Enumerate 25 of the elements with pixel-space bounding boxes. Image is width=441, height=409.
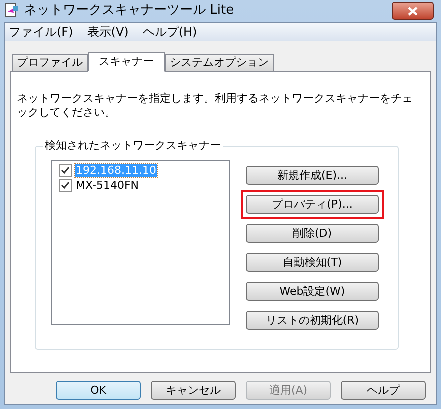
- checkbox[interactable]: [59, 164, 72, 176]
- action-button[interactable]: Web設定(W): [246, 282, 379, 301]
- close-button[interactable]: [392, 2, 434, 20]
- action-button[interactable]: プロパティ(P)...: [246, 195, 379, 214]
- scanner-list[interactable]: 192.168.11.10 MX-5140FN: [51, 160, 230, 325]
- menu-item[interactable]: 表示(V): [87, 23, 129, 41]
- tab[interactable]: スキャナー: [88, 52, 165, 72]
- action-button[interactable]: 自動検知(T): [246, 253, 379, 272]
- action-button[interactable]: リストの初期化(R): [246, 311, 379, 330]
- checkbox[interactable]: [59, 178, 72, 192]
- dialog-button[interactable]: OK: [56, 381, 141, 400]
- group-title: 検知されたネットワークスキャナー: [43, 139, 223, 153]
- action-button[interactable]: 削除(D): [246, 224, 379, 243]
- tab[interactable]: プロファイル: [12, 54, 88, 71]
- menu-item[interactable]: ヘルプ(H): [142, 23, 198, 41]
- action-button[interactable]: 新規作成(E)...: [246, 166, 379, 185]
- tab[interactable]: システムオプション: [165, 54, 274, 71]
- close-icon: [408, 6, 418, 16]
- window-title: ネットワークスキャナーツール Lite: [24, 2, 234, 20]
- app-icon: [4, 3, 20, 19]
- menu-item[interactable]: ファイル(F): [9, 23, 74, 41]
- scanner-item[interactable]: MX-5140FN: [75, 178, 140, 192]
- description-text: ネットワークスキャナーを指定します。利用するネットワークスキャナーをチェックしてください。: [17, 92, 414, 120]
- dialog-button[interactable]: ヘルプ: [341, 381, 426, 400]
- dialog-button[interactable]: キャンセル: [151, 381, 236, 400]
